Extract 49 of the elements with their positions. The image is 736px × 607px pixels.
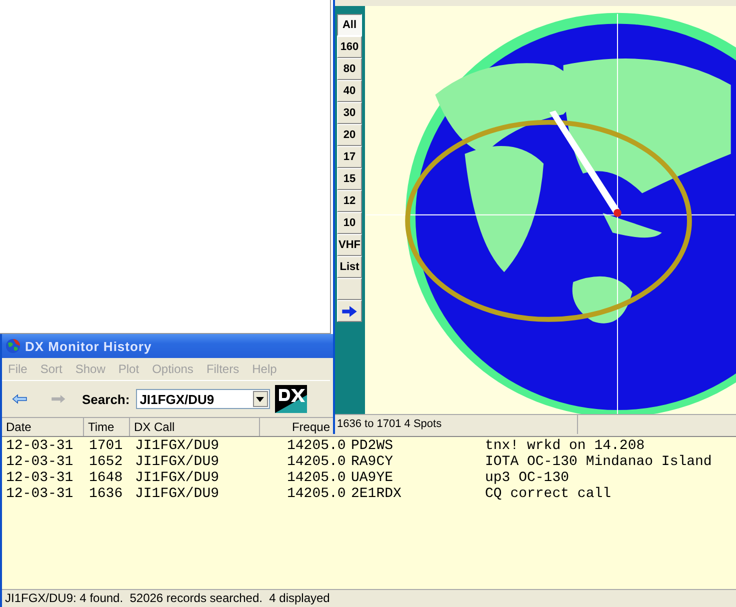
status-bar: 1636 to 1701 4 Spots: [335, 415, 578, 434]
search-label: Search:: [82, 392, 130, 406]
table-cell-text: 2E1RDX: [351, 486, 402, 502]
table-cell-text: 14205.0: [287, 438, 347, 454]
table-cell-text: JI1FGX/DU9: [135, 470, 220, 486]
dropdown-icon[interactable]: [252, 391, 268, 407]
table-cell: CQ correct call: [485, 486, 612, 502]
arrow-button[interactable]: [337, 300, 362, 322]
table-cell-text: UA9YE: [351, 470, 394, 486]
table-cell-text: 12-03-31: [6, 438, 74, 454]
column-header[interactable]: Freque: [260, 418, 334, 436]
blank-button[interactable]: [337, 278, 362, 300]
table-cell: tnx! wrkd on 14.208: [485, 438, 645, 454]
table-cell-text: 12-03-31: [6, 486, 74, 502]
table-cell-text: 14205.0: [287, 454, 347, 470]
band-button[interactable]: 80: [337, 58, 362, 80]
band-button[interactable]: All: [337, 14, 362, 36]
band-button[interactable]: 40: [337, 80, 362, 102]
table-cell-text: 12-03-31: [6, 454, 74, 470]
status-bar: JI1FGX/DU9: 4 found. 52026 records searched. 4 displayed: [2, 589, 736, 607]
band-button[interactable]: 20: [337, 124, 362, 146]
table-cell-text: PD2WS: [351, 438, 394, 454]
band-button[interactable]: 12: [337, 190, 362, 212]
logo-icon[interactable]: [274, 385, 307, 413]
table-cell: IOTA OC-130 Mindanao Island: [485, 454, 712, 470]
back-arrow-icon[interactable]: [12, 393, 28, 405]
globe-icon: [5, 338, 21, 354]
table-cell-text: 1636: [89, 486, 124, 502]
band-button[interactable]: 10: [337, 212, 362, 234]
table-cell-text: RA9CY: [351, 454, 394, 470]
table-cell-text: 1701: [89, 438, 124, 454]
band-button[interactable]: 17: [337, 146, 362, 168]
band-button[interactable]: 15: [337, 168, 362, 190]
table-cell-text: JI1FGX/DU9: [135, 486, 220, 502]
band-button[interactable]: List: [337, 256, 362, 278]
table-cell-text: 14205.0: [287, 486, 347, 502]
band-button[interactable]: 160: [337, 36, 362, 58]
search-field[interactable]: JI1FGX/DU9: [136, 389, 270, 409]
window-title: DX Monitor History: [25, 338, 152, 354]
table-cell-text: 1652: [89, 454, 124, 470]
band-button[interactable]: 30: [337, 102, 362, 124]
table-cell-text: JI1FGX/DU9: [135, 438, 220, 454]
band-button[interactable]: VHF: [337, 234, 362, 256]
table-cell-text: JI1FGX/DU9: [135, 454, 220, 470]
right-arrow-icon: [342, 306, 357, 316]
table-cell: up3 OC-130: [485, 470, 570, 486]
table-cell-text: 1648: [89, 470, 124, 486]
table-cell-text: 14205.0: [287, 470, 347, 486]
table-cell-text: 12-03-31: [6, 470, 74, 486]
